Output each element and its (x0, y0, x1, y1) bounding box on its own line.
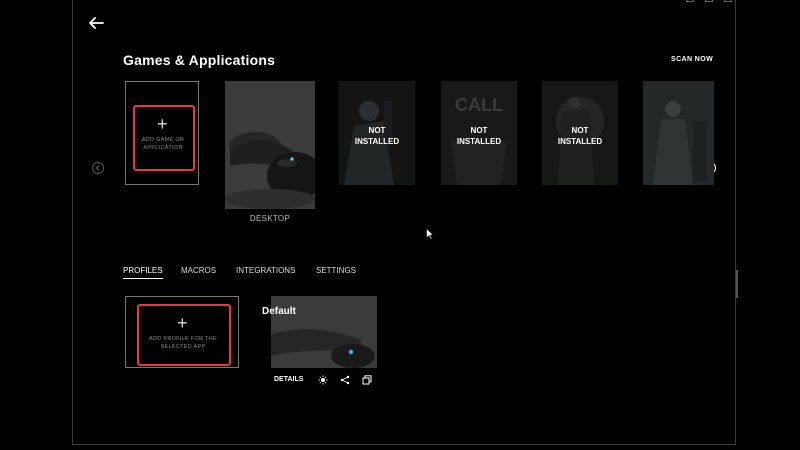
chevron-left-icon (95, 165, 100, 171)
tab-profiles[interactable]: PROFILES (123, 266, 163, 279)
profile-name: Default (262, 306, 296, 317)
tab-macros[interactable]: MACROS (181, 266, 216, 275)
scan-now-button[interactable]: SCAN NOW (671, 56, 713, 63)
details-link[interactable]: DETAILS (274, 376, 303, 383)
window-close-button[interactable] (724, 0, 732, 2)
add-game-label: ADD GAME OR APPLICATION (141, 137, 185, 151)
page-title: Games & Applications (123, 52, 276, 68)
game-tile[interactable] (643, 81, 714, 185)
tab-integrations[interactable]: INTEGRATIONS (236, 266, 295, 275)
add-game-tile[interactable]: + ADD GAME OR APPLICATION (125, 81, 199, 185)
window-maximize-button[interactable] (705, 0, 713, 2)
desktop-label: DESKTOP (249, 214, 291, 223)
lighting-icon[interactable] (318, 375, 328, 385)
game-tile[interactable]: CALL NOT INSTALLED (441, 81, 517, 185)
window-minimize-button[interactable] (686, 0, 694, 2)
game-cover-art (643, 81, 714, 185)
desktop-tile[interactable] (225, 81, 315, 209)
tab-settings[interactable]: SETTINGS (316, 266, 356, 275)
add-profile-tile[interactable]: + ADD PROFILE FOR THE SELECTED APP (125, 296, 239, 368)
mouse-cursor-icon (426, 228, 434, 240)
game-tile[interactable]: NOT INSTALLED (339, 81, 415, 185)
add-profile-label: ADD PROFILE FOR THE SELECTED APP (149, 336, 217, 350)
plus-icon: + (157, 114, 168, 134)
scrollbar-handle[interactable] (736, 270, 738, 298)
share-icon[interactable] (340, 375, 350, 385)
not-installed-label: NOT INSTALLED (354, 126, 400, 146)
game-tile[interactable]: NOT INSTALLED (542, 81, 618, 185)
back-arrow-icon[interactable] (87, 14, 105, 32)
plus-icon: + (177, 313, 188, 333)
not-installed-label: NOT INSTALLED (557, 126, 603, 146)
desktop-mouse-image (225, 81, 315, 209)
carousel-prev-button[interactable] (92, 162, 104, 174)
copy-icon[interactable] (362, 375, 372, 385)
not-installed-label: NOT INSTALLED (456, 126, 502, 146)
active-tab-underline (123, 278, 163, 279)
